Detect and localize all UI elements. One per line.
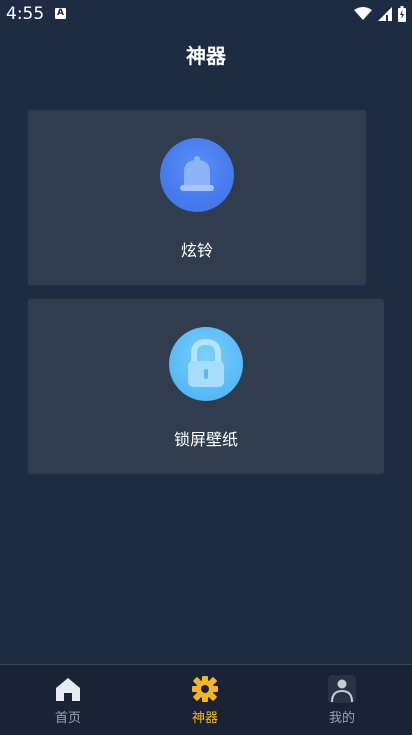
lockscreen-wallpaper-card[interactable]: 锁屏壁纸 [28,299,384,474]
nav-item-home-label: 首页 [54,711,81,726]
status-icons [354,5,406,23]
status-bar: 4:55 A [0,0,412,30]
gear-icon [192,676,218,702]
battery-icon [398,6,406,22]
wifi-icon [354,7,372,20]
nav-item-home[interactable]: 首页 [23,665,113,735]
person-icon [328,675,356,703]
bottom-nav: 首页 神器 我的 [0,664,412,735]
nav-item-mine-label: 我的 [328,711,355,726]
home-icon [56,678,80,701]
signal-icon [378,7,392,21]
page-title: 神器 [186,44,226,68]
lockscreen-wallpaper-label: 锁屏壁纸 [173,430,238,449]
ringtone-label: 炫铃 [180,241,213,260]
bell-icon [160,138,234,212]
ringtone-card[interactable]: 炫铃 [28,110,366,285]
lock-icon [169,327,243,401]
nav-item-tools-label: 神器 [191,711,218,726]
notification-badge: A [55,8,66,19]
nav-item-tools[interactable]: 神器 [160,665,250,735]
nav-item-mine[interactable]: 我的 [297,665,387,735]
status-time: 4:55 [6,4,45,24]
